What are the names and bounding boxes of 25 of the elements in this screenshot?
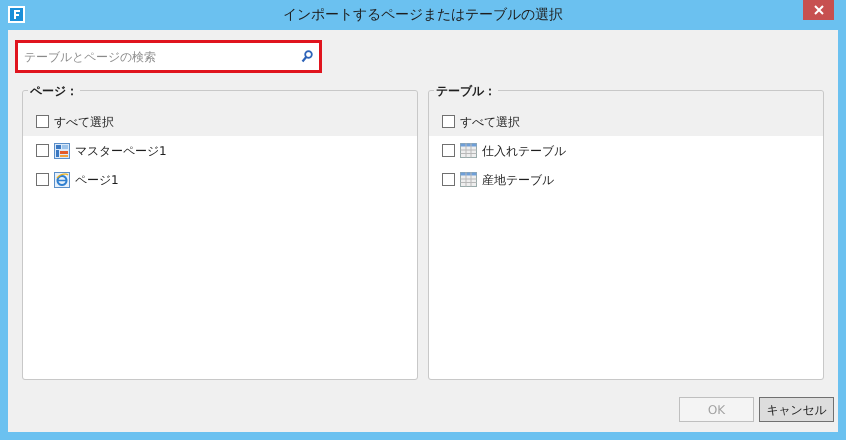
search-input[interactable]: テーブルとページの検索 — [24, 48, 301, 66]
app-logo-icon — [8, 6, 25, 23]
item-label: すべて選択 — [54, 114, 114, 130]
close-icon — [814, 5, 824, 15]
dialog-button[interactable]: キャンセル — [759, 397, 834, 422]
search-icon — [301, 50, 313, 63]
checkbox[interactable] — [442, 173, 455, 186]
item-label: マスターページ1 — [75, 142, 167, 160]
close-button[interactable] — [803, 0, 834, 20]
master-page-icon — [54, 142, 70, 158]
item-label: すべて選択 — [460, 114, 520, 130]
table-icon — [460, 172, 477, 187]
page-icon — [54, 172, 70, 188]
checkbox[interactable] — [442, 115, 455, 128]
table-icon — [460, 143, 477, 158]
search-field[interactable]: テーブルとページの検索 — [15, 40, 322, 73]
item-label: 産地テーブル — [482, 172, 554, 188]
item-label: ページ1 — [75, 172, 119, 188]
checkbox[interactable] — [36, 173, 49, 186]
group-label: テーブル： — [434, 82, 498, 100]
window-title: インポートするページまたはテーブルの選択 — [283, 6, 563, 24]
item-label: 仕入れテーブル — [482, 142, 566, 160]
checkbox[interactable] — [36, 144, 49, 157]
checkbox[interactable] — [442, 144, 455, 157]
checkbox[interactable] — [36, 115, 49, 128]
